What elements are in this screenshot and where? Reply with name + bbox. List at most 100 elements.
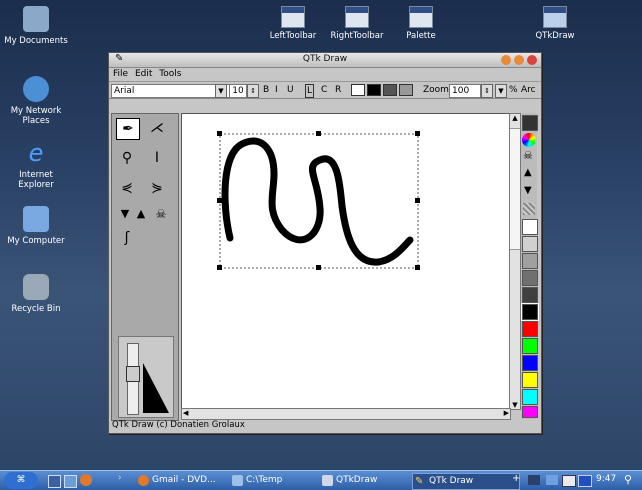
bold-button[interactable]: B	[263, 84, 269, 96]
palette-color-light-gray[interactable]	[522, 236, 538, 252]
taskbar: ⌘ › Gmail - DVD... C:\Temp QTkDraw ✎ QTk…	[0, 470, 642, 490]
curve-tool-button[interactable]: ⋞	[116, 178, 138, 198]
bug-icon[interactable]: ☠	[523, 149, 533, 162]
tray-mail-icon-2[interactable]	[578, 475, 592, 487]
palette-color-cyan[interactable]	[522, 389, 538, 405]
quicklaunch-desktop-icon[interactable]	[48, 475, 61, 488]
palette-down-icon[interactable]: ▼	[524, 185, 532, 196]
desktop-icon-internet-explorer[interactable]: e Internet Explorer	[4, 140, 68, 190]
fill-none-button[interactable]	[351, 84, 365, 96]
window-title: QTk Draw	[302, 54, 348, 64]
desktop-icon-lefttoolbar[interactable]: LeftToolbar	[258, 6, 328, 41]
clock[interactable]: 9:47	[596, 474, 616, 484]
palette-color-green[interactable]	[522, 338, 538, 354]
task-ctemp[interactable]: C:\Temp	[230, 473, 326, 488]
desktop-icon-label: LeftToolbar	[269, 31, 317, 41]
spotlight-search-icon[interactable]: ⚲	[624, 473, 632, 486]
zoom-stepper[interactable]: ⇕	[481, 84, 493, 98]
desktop-icon-righttoolbar[interactable]: RightToolbar	[322, 6, 392, 41]
palette-color-white[interactable]	[522, 219, 538, 235]
align-center-button[interactable]: C	[321, 84, 327, 96]
tray-mail-icon[interactable]	[562, 475, 576, 487]
desktop-icon-recycle-bin[interactable]: Recycle Bin	[4, 274, 68, 314]
menu-bar: File Edit Tools	[109, 68, 541, 82]
selection-handle	[316, 265, 321, 270]
scroll-up-icon[interactable]: ▲	[510, 114, 520, 122]
palette-color-blue[interactable]	[522, 355, 538, 371]
desktop-icon-label: My Network Places	[10, 106, 62, 126]
desktop-icon-my-network-places[interactable]: My Network Places	[4, 76, 68, 126]
zoom-field[interactable]: 100	[449, 84, 481, 98]
maximize-button[interactable]	[514, 55, 524, 65]
vertical-scrollbar[interactable]: ▲ ▼	[509, 113, 521, 410]
brush-size-selector[interactable]: 8	[118, 336, 174, 418]
task-gmail[interactable]: Gmail - DVD...	[136, 473, 234, 488]
font-size-stepper[interactable]: ⇕	[247, 84, 259, 98]
desktop-icon-my-computer[interactable]: My Computer	[4, 206, 68, 246]
desktop-icon-qtkdraw[interactable]: QTkDraw	[520, 6, 590, 41]
zoom-dropdown-button[interactable]: ▼	[495, 84, 507, 98]
close-button[interactable]	[527, 55, 537, 65]
align-right-button[interactable]: R	[335, 84, 341, 96]
window-titlebar[interactable]: ✎ QTk Draw	[109, 53, 541, 68]
quicklaunch-firefox-icon[interactable]	[80, 474, 92, 486]
quicklaunch-expand-icon[interactable]: ›	[118, 473, 122, 483]
palette-color-black[interactable]	[521, 303, 539, 321]
drawing-canvas[interactable]	[181, 113, 511, 410]
palette-color-dark-gray[interactable]	[522, 270, 538, 286]
selection-handle	[217, 265, 222, 270]
palette-color-red[interactable]	[522, 321, 538, 337]
pen-tool-button[interactable]: ✒	[116, 118, 140, 140]
lasso-tool-button[interactable]: ⚲	[116, 148, 138, 168]
font-dropdown-button[interactable]: ▼	[215, 84, 227, 98]
minimize-button[interactable]	[501, 55, 511, 65]
feather-icon: ✎	[415, 476, 424, 487]
menu-tools[interactable]: Tools	[159, 69, 181, 79]
align-left-button[interactable]: L	[305, 84, 315, 98]
desktop-icon-my-documents[interactable]: My Documents	[4, 6, 68, 46]
fill-light-pattern-button[interactable]	[399, 84, 413, 96]
tray-volume-icon[interactable]	[546, 475, 558, 485]
qtk-draw-window: ✎ QTk Draw File Edit Tools Arial ▼ 10 ⇕ …	[108, 52, 542, 434]
brush-size-slider[interactable]	[126, 343, 140, 415]
bug-tool-button[interactable]: ☠	[150, 204, 172, 224]
scroll-right-icon[interactable]: ▶	[504, 409, 509, 417]
fill-pattern-button[interactable]	[383, 84, 397, 96]
palette-color-magenta[interactable]	[522, 406, 538, 418]
network-globe-icon	[23, 76, 49, 102]
scroll-left-icon[interactable]: ◀	[183, 409, 188, 417]
desktop-icon-label: RightToolbar	[330, 31, 384, 41]
task-qtkdraw-folder[interactable]: QTkDraw	[320, 473, 416, 488]
italic-button[interactable]: I	[275, 84, 278, 96]
freeform-tool-button[interactable]: ⋟	[146, 178, 168, 198]
polyline-tool-button[interactable]: ⋌	[146, 118, 168, 138]
color-picker-icon[interactable]	[522, 133, 536, 147]
palette-color-yellow[interactable]	[522, 372, 538, 388]
brush-size-value: 8	[147, 405, 152, 413]
palette-color-darker-gray[interactable]	[522, 287, 538, 303]
menu-file[interactable]: File	[113, 69, 128, 79]
fill-solid-button[interactable]	[367, 84, 381, 96]
palette-color-gray[interactable]	[522, 253, 538, 269]
program-window-icon	[409, 6, 433, 28]
start-apple-icon[interactable]: ⌘	[4, 472, 38, 489]
desktop-icon-label: My Documents	[4, 36, 68, 46]
tray-network-icon[interactable]	[528, 475, 540, 485]
squiggle-tool-button[interactable]: ʃ	[116, 228, 138, 248]
font-size-field[interactable]: 10	[229, 84, 247, 98]
scroll-down-icon[interactable]: ▼	[510, 401, 520, 409]
desktop-icon-palette[interactable]: Palette	[386, 6, 456, 41]
transparent-swatch[interactable]	[522, 115, 538, 131]
quicklaunch-explorer-icon[interactable]	[64, 475, 77, 488]
vertical-scroll-thumb[interactable]	[510, 128, 520, 250]
task-qtk-draw[interactable]: ✎ QTk Draw	[412, 473, 520, 490]
underline-button[interactable]: U	[287, 84, 294, 96]
tool-panel: ✒ ⋌ ⚲ I ⋞ ⋟ ▼ ▲ ☠ ʃ 8	[111, 113, 179, 421]
pattern-swatch[interactable]	[523, 203, 535, 215]
text-tool-button[interactable]: I	[146, 148, 168, 168]
tray-bluetooth-icon[interactable]: +	[512, 473, 520, 484]
arrow-up-tool-button[interactable]: ▲	[130, 204, 152, 224]
menu-edit[interactable]: Edit	[135, 69, 152, 79]
folder-icon	[232, 475, 243, 486]
palette-up-icon[interactable]: ▲	[524, 167, 532, 178]
